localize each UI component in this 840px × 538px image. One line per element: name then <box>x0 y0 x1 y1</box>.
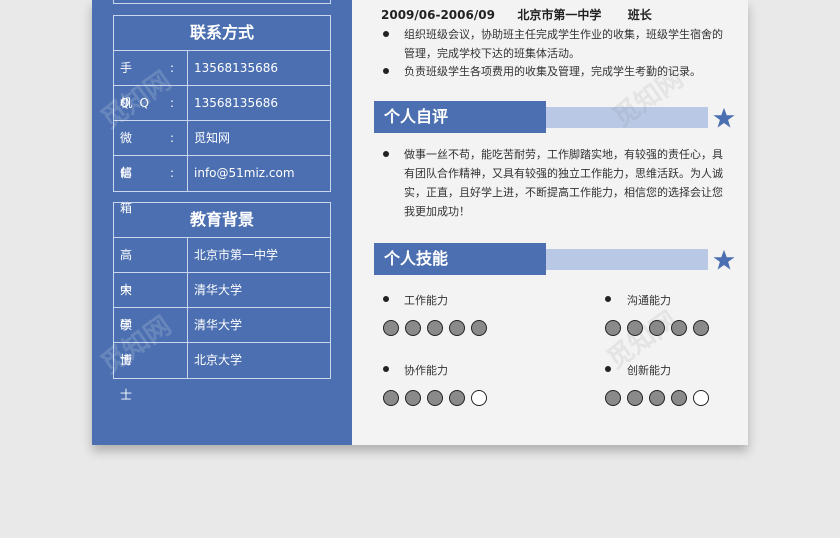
rating-circle-filled <box>383 320 399 336</box>
table-divider <box>187 238 188 272</box>
experience-heading-line: 2009/06-2006/09 北京市第一中学 班长 <box>381 6 652 23</box>
section-accent-line <box>546 107 708 128</box>
education-row: 大学 清华大学 <box>114 273 330 332</box>
contact-colon: : <box>170 96 175 110</box>
contact-colon: : <box>170 131 175 145</box>
rating-circle-filled <box>671 320 687 336</box>
resume-page: 联系方式 手机 : 13568135686 QQ : 13568135686 微… <box>92 0 748 445</box>
table-divider <box>187 156 188 191</box>
education-value: 清华大学 <box>194 318 243 332</box>
table-divider <box>187 51 188 85</box>
rating-circle-filled <box>693 320 709 336</box>
rating-circle-filled <box>449 390 465 406</box>
education-heading: 教育背景 <box>114 203 330 238</box>
contact-value: 13568135686 <box>194 96 278 110</box>
bullet-dot <box>605 366 611 372</box>
rating-circle-filled <box>649 390 665 406</box>
contact-row-email: 邮箱 : info@51miz.com <box>114 156 330 215</box>
education-row: 高中 北京市第一中学 <box>114 238 330 297</box>
right-column: 2009/06-2006/09 北京市第一中学 班长 组织班级会议，协助班主任完… <box>352 0 748 445</box>
star-icon <box>713 107 735 128</box>
experience-role: 班长 <box>627 8 652 22</box>
experience-bullet-text: 组织班级会议，协助班主任完成学生作业的收集，班级学生宿舍的管理，完成学校下达的班… <box>404 28 723 60</box>
contact-value: info@51miz.com <box>194 166 295 180</box>
contact-value: 13568135686 <box>194 61 278 75</box>
contact-key: QQ <box>120 96 159 110</box>
table-divider <box>187 273 188 307</box>
contact-row-phone: 手机 : 13568135686 <box>114 51 330 110</box>
bullet-dot <box>383 296 389 302</box>
rating-circle-filled <box>605 390 621 406</box>
rating-circle-filled <box>627 390 643 406</box>
education-value: 清华大学 <box>194 283 243 297</box>
rating-circle-filled <box>405 390 421 406</box>
contact-row-qq: QQ : 13568135686 <box>114 86 330 121</box>
rating-circle-filled <box>449 320 465 336</box>
experience-org: 北京市第一中学 <box>517 8 602 22</box>
contact-colon: : <box>170 61 175 75</box>
rating-circle-filled <box>427 390 443 406</box>
education-value: 北京市第一中学 <box>194 248 279 262</box>
skill-label: 协作能力 <box>404 364 448 377</box>
contact-colon: : <box>170 166 175 180</box>
skill-label: 创新能力 <box>627 364 671 377</box>
rating-circle-filled <box>471 320 487 336</box>
previous-table-edge <box>113 0 331 4</box>
table-divider <box>187 308 188 342</box>
left-column: 联系方式 手机 : 13568135686 QQ : 13568135686 微… <box>92 0 352 445</box>
education-value: 北京大学 <box>194 353 243 367</box>
rating-circle-filled <box>605 320 621 336</box>
bullet-dot <box>605 296 611 302</box>
bullet-dot <box>383 31 389 37</box>
rating-circle-filled <box>627 320 643 336</box>
rating-circle-filled <box>671 390 687 406</box>
skill-label: 沟通能力 <box>627 294 671 307</box>
rating-circle-empty <box>471 390 487 406</box>
education-row: 博士 北京大学 <box>114 343 330 402</box>
education-row: 硕士 清华大学 <box>114 308 330 367</box>
skill-label: 工作能力 <box>404 294 448 307</box>
contact-value: 觅知网 <box>194 131 231 145</box>
experience-bullet-text: 负责班级学生各项费用的收集及管理，完成学生考勤的记录。 <box>404 65 701 78</box>
contact-row-wechat: 微信 : 觅知网 <box>114 121 330 180</box>
table-divider <box>187 343 188 378</box>
bullet-dot <box>383 366 389 372</box>
section-accent-line <box>546 249 708 270</box>
contact-table: 联系方式 手机 : 13568135686 QQ : 13568135686 微… <box>113 15 331 215</box>
skills-title: 个人技能 <box>374 243 546 275</box>
self-eval-title: 个人自评 <box>374 101 546 133</box>
rating-circle-filled <box>405 320 421 336</box>
education-table: 教育背景 高中 北京市第一中学 大学 清华大学 硕士 清华大学 博士 北京大学 <box>113 202 331 402</box>
rating-circle-filled <box>649 320 665 336</box>
table-divider <box>187 86 188 120</box>
rating-circle-filled <box>427 320 443 336</box>
bullet-dot <box>383 151 389 157</box>
rating-circle-filled <box>383 390 399 406</box>
self-eval-text: 做事一丝不苟，能吃苦耐劳，工作脚踏实地，有较强的责任心，具有团队合作精神，又具有… <box>404 148 723 218</box>
rating-circle-empty <box>693 390 709 406</box>
education-key: 博士 <box>120 353 143 402</box>
star-icon <box>713 249 735 270</box>
table-divider <box>187 121 188 155</box>
contact-heading: 联系方式 <box>114 16 330 51</box>
bullet-dot <box>383 68 389 74</box>
experience-date: 2009/06-2006/09 <box>381 8 495 22</box>
